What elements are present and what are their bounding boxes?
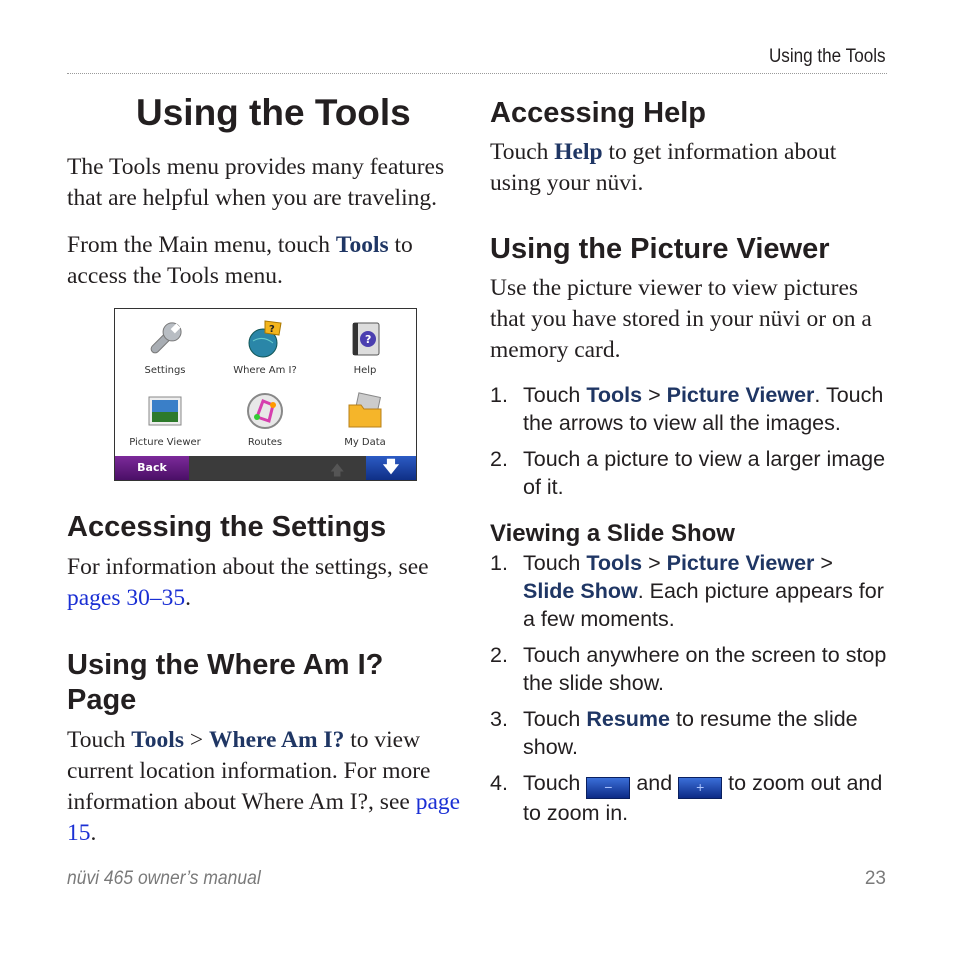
where-am-i-text: Touch Tools > Where Am I? to view curren… xyxy=(67,725,467,849)
text: Touch xyxy=(523,551,587,575)
text: > xyxy=(642,551,667,575)
pages-link[interactable]: pages 30–35 xyxy=(67,585,185,611)
help-heading: Accessing Help xyxy=(490,97,706,129)
zoom-in-icon: + xyxy=(678,777,723,799)
slide-show-heading: Viewing a Slide Show xyxy=(490,520,735,547)
text: and xyxy=(630,771,679,795)
settings-heading: Accessing the Settings xyxy=(67,511,387,543)
text: > xyxy=(814,551,833,575)
main-menu-text: From the Main menu, touch Tools to acces… xyxy=(67,230,457,292)
tools-menu-screenshot: Settings ? Where Am I? ? Help Picture Vi… xyxy=(114,308,417,481)
where-am-i-heading: Using the Where Am I? Page xyxy=(67,648,383,718)
tools-label: Tools xyxy=(131,727,184,753)
tile-label: Routes xyxy=(247,437,283,448)
text: > xyxy=(183,727,209,753)
device-bottom-bar: Back 🡅 🡇 xyxy=(115,456,416,480)
back-button[interactable]: Back xyxy=(115,456,189,480)
svg-text:?: ? xyxy=(365,333,371,346)
text: . xyxy=(185,585,192,611)
list-item: 2. Touch a picture to view a larger imag… xyxy=(490,445,890,501)
arrow-down-icon[interactable]: 🡇 xyxy=(366,456,416,480)
tile-where-am-i[interactable]: ? Where Am I? xyxy=(215,319,315,376)
folder-icon xyxy=(345,391,385,431)
arrow-up-icon[interactable]: 🡅 xyxy=(330,460,344,484)
tile-label: Settings xyxy=(144,365,186,376)
tools-label: Tools xyxy=(586,551,643,575)
tile-label: My Data xyxy=(344,437,386,448)
resume-label: Resume xyxy=(586,707,671,731)
picture-viewer-label: Picture Viewer xyxy=(666,383,815,407)
list-item: 4. Touch − and + to zoom out and to zoom… xyxy=(490,769,890,827)
picture-icon xyxy=(145,391,185,431)
tile-label: Picture Viewer xyxy=(129,437,201,448)
footer-manual-title: nüvi 465 owner’s manual xyxy=(67,868,261,889)
text: From the Main menu, touch xyxy=(67,232,336,258)
picture-viewer-heading: Using the Picture Viewer xyxy=(490,233,830,265)
text: Touch anywhere on the screen to stop the… xyxy=(523,643,887,695)
tile-routes[interactable]: Routes xyxy=(215,391,315,448)
svg-text:?: ? xyxy=(269,324,275,335)
settings-text: For information about the settings, see … xyxy=(67,552,457,614)
text: > xyxy=(642,383,667,407)
page-number: 23 xyxy=(864,868,886,889)
step-number: 2. xyxy=(490,643,508,667)
text: Using the Where Am I? xyxy=(67,649,384,681)
step-number: 3. xyxy=(490,707,508,731)
globe-flag-icon: ? xyxy=(245,319,285,359)
header-divider xyxy=(67,73,887,74)
text: Page xyxy=(67,684,137,716)
intro-text: The Tools menu provides many features th… xyxy=(67,154,445,211)
tile-help[interactable]: ? Help xyxy=(315,319,415,376)
wrench-icon xyxy=(145,319,185,359)
help-label: Help xyxy=(554,139,603,165)
tile-settings[interactable]: Settings xyxy=(115,319,215,376)
running-header: Using the Tools xyxy=(769,46,886,67)
text: . xyxy=(90,820,97,846)
list-item: 1. Touch Tools > Picture Viewer. Touch t… xyxy=(490,381,890,437)
step-number: 1. xyxy=(490,383,508,407)
tools-label: Tools xyxy=(335,232,389,258)
text: Touch xyxy=(67,727,132,753)
list-item: 2. Touch anywhere on the screen to stop … xyxy=(490,641,890,697)
list-item: 1. Touch Tools > Picture Viewer > Slide … xyxy=(490,549,890,633)
where-am-i-label: Where Am I? xyxy=(209,727,345,753)
text: Touch xyxy=(523,383,587,407)
text: Touch a picture to view a larger image o… xyxy=(523,447,886,499)
step-number: 4. xyxy=(490,771,508,795)
page-title: Using the Tools xyxy=(136,92,411,133)
slide-show-label: Slide Show xyxy=(523,579,638,603)
tile-picture-viewer[interactable]: Picture Viewer xyxy=(115,391,215,448)
routes-icon xyxy=(245,391,285,431)
tile-label: Help xyxy=(353,365,377,376)
help-text: Touch Help to get information about usin… xyxy=(490,137,880,199)
tools-label: Tools xyxy=(586,383,643,407)
picture-viewer-text: Use the picture viewer to view pictures … xyxy=(490,275,872,363)
text: Touch xyxy=(490,139,555,165)
zoom-out-icon: − xyxy=(586,777,631,799)
step-number: 1. xyxy=(490,551,508,575)
tile-label: Where Am I? xyxy=(233,365,297,376)
text: Touch xyxy=(523,771,587,795)
picture-viewer-label: Picture Viewer xyxy=(666,551,815,575)
text: For information about the settings, see xyxy=(67,554,429,580)
help-book-icon: ? xyxy=(345,319,385,359)
tile-my-data[interactable]: My Data xyxy=(315,391,415,448)
list-item: 3. Touch Resume to resume the slide show… xyxy=(490,705,890,761)
text: Touch xyxy=(523,707,587,731)
step-number: 2. xyxy=(490,447,508,471)
